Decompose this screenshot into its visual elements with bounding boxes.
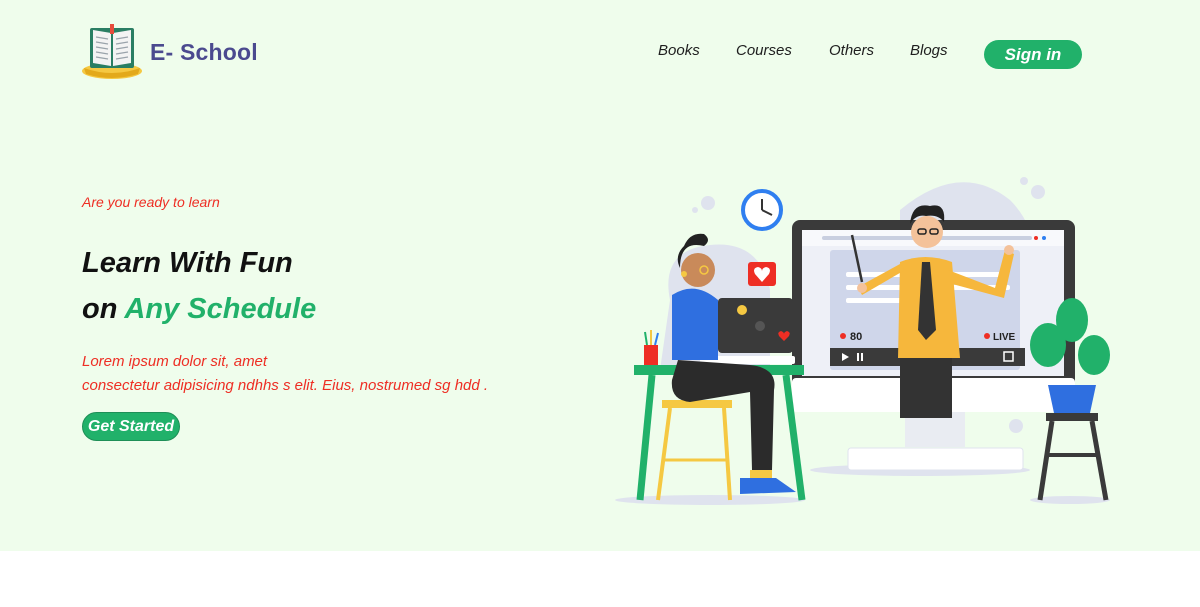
live-dot-icon: [984, 333, 990, 339]
teacher-legs: [900, 358, 952, 418]
nav-item-books[interactable]: Books: [658, 42, 700, 59]
bubble-4: [1020, 177, 1028, 185]
pencil-cup: [644, 345, 658, 365]
headline-line-2-prefix: on: [82, 293, 118, 325]
live-label: LIVE: [993, 332, 1016, 343]
viewer-count: 80: [850, 331, 862, 343]
bubble-2: [692, 207, 698, 213]
plant-pot: [1048, 385, 1096, 413]
plant-leaf-2: [1056, 298, 1088, 342]
headline-line-2-accent: Any Schedule: [124, 293, 317, 325]
nav-item-courses[interactable]: Courses: [736, 42, 792, 59]
hero-description: Lorem ipsum dolor sit, amet consectetur …: [82, 350, 488, 398]
stool-top: [1046, 413, 1098, 421]
nav-item-others[interactable]: Others: [829, 42, 874, 59]
pause-icon: [857, 353, 859, 361]
headline-line-1: Learn With Fun: [82, 247, 293, 279]
plant-leaf-3: [1078, 335, 1110, 375]
get-started-button[interactable]: Get Started: [82, 412, 180, 441]
bubble-1: [701, 196, 715, 210]
bubble-5: [1009, 419, 1023, 433]
brand-name: E- School: [150, 38, 258, 65]
viewer-icon: [840, 333, 846, 339]
online-learning-illustration: 80 LIVE: [615, 177, 1110, 505]
desc-line-2: consectetur adipisicing ndhhs s elit. Ei…: [82, 377, 489, 394]
girl-head: [681, 253, 715, 287]
chair-seat: [662, 400, 732, 408]
hero-eyebrow: Are you ready to learn: [82, 194, 220, 210]
logo[interactable]: E- School: [80, 22, 258, 82]
open-book-icon: [82, 24, 142, 79]
girl-shoes: [740, 478, 796, 494]
desc-line-1: Lorem ipsum dolor sit, amet: [82, 353, 268, 370]
monitor-base: [847, 447, 1024, 471]
hero-headline: Learn With Fun on Any Schedule: [82, 240, 316, 332]
nav-item-blogs[interactable]: Blogs: [910, 42, 948, 59]
signin-button[interactable]: Sign in: [984, 40, 1082, 69]
girl-body: [672, 288, 718, 360]
bubble-3: [1031, 185, 1045, 199]
